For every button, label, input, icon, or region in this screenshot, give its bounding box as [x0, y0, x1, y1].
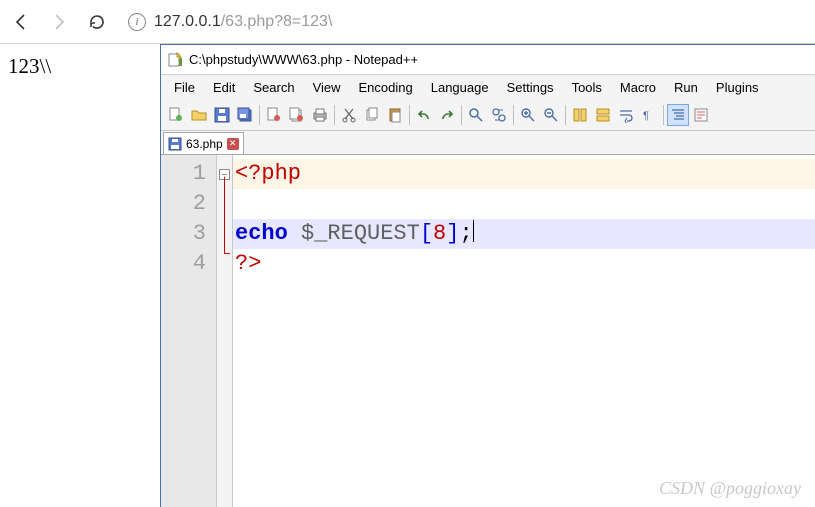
cut-button[interactable] [338, 104, 360, 126]
tab-filename: 63.php [186, 137, 223, 151]
line-number-gutter: 1234 [161, 155, 217, 507]
notepadpp-window: C:\phpstudy\WWW\63.php - Notepad++ FileE… [160, 44, 815, 507]
browser-toolbar: i 127.0.0.1/63.php?8=123\ [0, 0, 815, 44]
notepadpp-app-icon [167, 52, 183, 68]
fold-column[interactable] [217, 155, 233, 507]
toolbar: ¶ [161, 99, 815, 131]
close-all-button[interactable] [286, 104, 308, 126]
wrap-button[interactable] [615, 104, 637, 126]
new-file-button[interactable] [165, 104, 187, 126]
find-button[interactable] [465, 104, 487, 126]
reload-button[interactable] [84, 9, 110, 35]
svg-text:¶: ¶ [643, 110, 649, 122]
tab-close-button[interactable]: ✕ [227, 138, 239, 150]
sync-v-button[interactable] [569, 104, 591, 126]
menu-view[interactable]: View [304, 78, 350, 97]
menu-bar: FileEditSearchViewEncodingLanguageSettin… [161, 75, 815, 99]
line-number: 3 [161, 219, 216, 249]
line-number: 4 [161, 249, 216, 279]
code-area[interactable]: <?php echo $_REQUEST[8];?> [233, 155, 815, 507]
file-tab[interactable]: 63.php ✕ [163, 132, 244, 154]
page-output: 123\\ [0, 44, 160, 507]
print-button[interactable] [309, 104, 331, 126]
url-host: 127.0.0.1 [154, 13, 221, 30]
menu-settings[interactable]: Settings [498, 78, 563, 97]
udl-button[interactable] [690, 104, 712, 126]
code-line[interactable]: ?> [233, 249, 815, 279]
back-button[interactable] [8, 9, 34, 35]
sync-h-button[interactable] [592, 104, 614, 126]
site-info-icon[interactable]: i [128, 13, 146, 31]
undo-button[interactable] [413, 104, 435, 126]
redo-button[interactable] [436, 104, 458, 126]
code-line[interactable]: echo $_REQUEST[8]; [233, 219, 815, 249]
saved-icon [168, 137, 182, 151]
menu-file[interactable]: File [165, 78, 204, 97]
zoom-out-button[interactable] [540, 104, 562, 126]
window-title: C:\phpstudy\WWW\63.php - Notepad++ [189, 52, 418, 67]
text-cursor [473, 220, 474, 242]
menu-language[interactable]: Language [422, 78, 498, 97]
forward-button[interactable] [46, 9, 72, 35]
replace-button[interactable] [488, 104, 510, 126]
menu-search[interactable]: Search [244, 78, 303, 97]
address-bar[interactable]: i 127.0.0.1/63.php?8=123\ [122, 13, 807, 31]
paste-button[interactable] [384, 104, 406, 126]
save-all-button[interactable] [234, 104, 256, 126]
menu-edit[interactable]: Edit [204, 78, 244, 97]
code-line[interactable] [233, 189, 815, 219]
copy-button[interactable] [361, 104, 383, 126]
menu-encoding[interactable]: Encoding [350, 78, 422, 97]
zoom-in-button[interactable] [517, 104, 539, 126]
close-file-button[interactable] [263, 104, 285, 126]
save-button[interactable] [211, 104, 233, 126]
menu-plugins[interactable]: Plugins [707, 78, 768, 97]
menu-macro[interactable]: Macro [611, 78, 665, 97]
show-all-chars-button[interactable]: ¶ [638, 104, 660, 126]
url-path: /63.php?8=123\ [221, 13, 333, 30]
url-text: 127.0.0.1/63.php?8=123\ [154, 13, 332, 31]
open-file-button[interactable] [188, 104, 210, 126]
line-number: 1 [161, 159, 216, 189]
menu-run[interactable]: Run [665, 78, 707, 97]
indent-guide-button[interactable] [667, 104, 689, 126]
code-line[interactable]: <?php [233, 159, 815, 189]
code-editor[interactable]: 1234 <?php echo $_REQUEST[8];?> [161, 155, 815, 507]
tab-strip: 63.php ✕ [161, 131, 815, 155]
line-number: 2 [161, 189, 216, 219]
menu-tools[interactable]: Tools [563, 78, 611, 97]
window-titlebar[interactable]: C:\phpstudy\WWW\63.php - Notepad++ [161, 45, 815, 75]
